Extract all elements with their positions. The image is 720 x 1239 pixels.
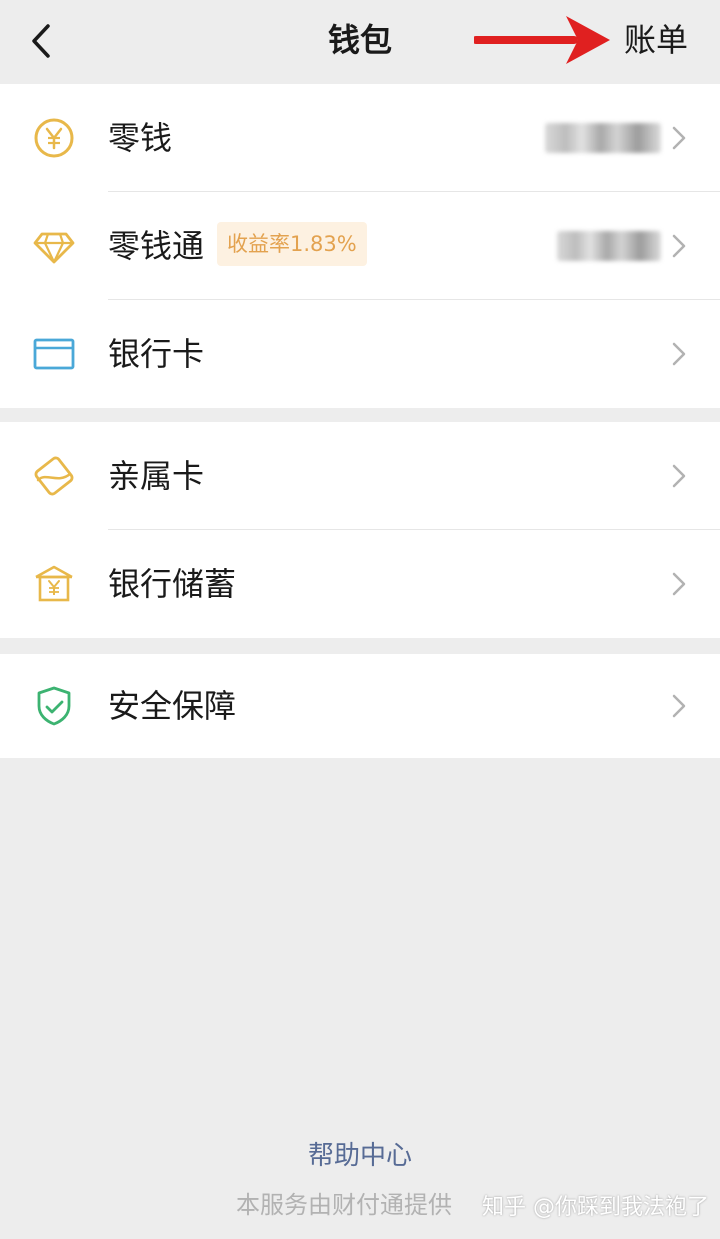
chevron-right-icon [672,126,686,150]
chevron-right-icon [672,234,686,258]
chevron-right-icon [672,464,686,488]
bank-savings-icon [35,565,73,602]
family-card-icon [34,456,74,496]
bank-card-icon [33,338,75,370]
list-item-label: 亲属卡 [108,457,205,495]
list-item-bank-savings[interactable]: 银行储蓄 [0,530,720,638]
chevron-right-icon [672,694,686,718]
list-item-label: 银行储蓄 [108,565,237,603]
red-arrow-annotation [474,16,610,64]
list-item-change[interactable]: 零钱 [0,84,720,192]
bill-button[interactable]: 账单 [624,18,688,62]
watermark: 知乎 @你踩到我法袍了 [482,1195,709,1220]
help-center-link[interactable]: 帮助中心 [0,1138,720,1174]
list-item-security[interactable]: 安全保障 [0,654,720,758]
list-item-label: 零钱 [108,119,173,157]
list-item-family-card[interactable]: 亲属卡 [0,422,720,530]
diamond-icon [33,232,75,264]
chevron-right-icon [672,572,686,596]
shield-icon [37,686,71,726]
yuan-coin-icon [34,118,74,158]
hidden-balance-value [545,123,661,153]
nav-bar: 钱包 账单 [0,0,720,82]
yield-rate-badge: 收益率1.83% [217,222,367,266]
list-item-label: 银行卡 [108,335,205,373]
hidden-balance-value [557,231,661,261]
wallet-group-services: 亲属卡 银行储蓄 [0,422,720,638]
wallet-group-security: 安全保障 [0,654,720,758]
list-item-label: 安全保障 [108,687,237,725]
chevron-right-icon [672,342,686,366]
page-title: 钱包 [327,21,392,59]
list-item-bank-card[interactable]: 银行卡 [0,300,720,408]
service-provider-text: 本服务由财付通提供 [236,1191,452,1219]
list-item-label: 零钱通 [108,227,205,265]
